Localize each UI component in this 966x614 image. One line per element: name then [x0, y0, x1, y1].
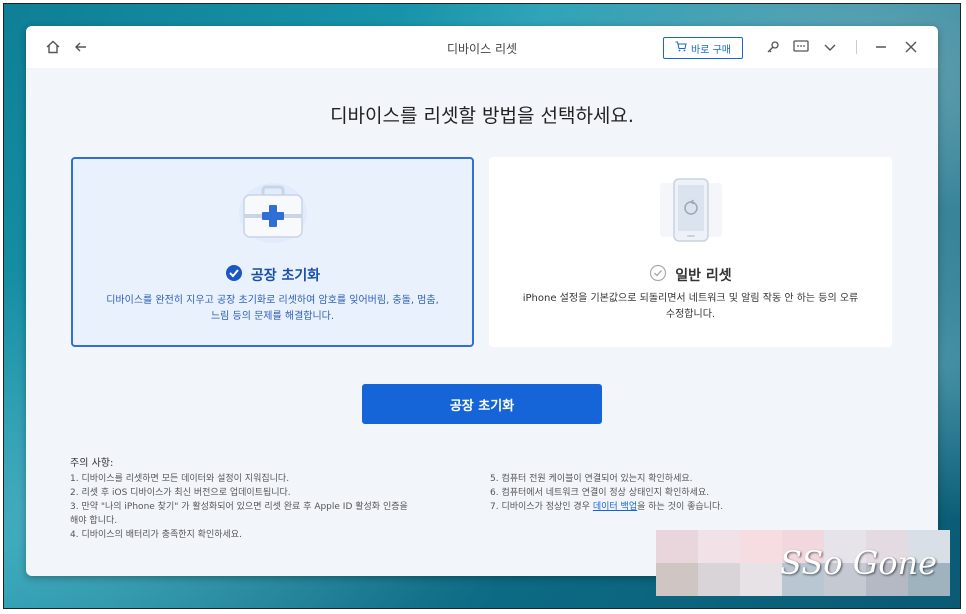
check-circle-icon [225, 264, 243, 286]
buy-now-button[interactable]: 바로 구매 [663, 37, 743, 59]
key-icon[interactable] [764, 38, 782, 56]
app-window: 디바이스 리셋 바로 구매 디바이스를 리셋할 방법을 선택하세요. 공장 초기… [26, 26, 938, 576]
buy-now-label: 바로 구매 [691, 44, 731, 56]
note-item: 3. 만약 "나의 iPhone 찾기" 가 활성화되어 있으면 리셋 완료 후… [70, 502, 408, 512]
toolbox-icon [73, 181, 472, 245]
note-item-7-suffix: 을 하는 것이 좋습니다. [637, 502, 724, 512]
titlebar-divider [856, 40, 857, 54]
data-backup-link[interactable]: 데이터 백업 [593, 502, 637, 512]
note-item-7: 7. 디바이스가 정상인 경우 데이터 백업을 하는 것이 좋습니다. [490, 501, 910, 514]
notes-right-column: 5. 컴퓨터 전원 케이블이 연결되어 있는지 확인하세요. 6. 컴퓨터에서 … [490, 473, 910, 515]
notes-left-column: 1. 디바이스를 리셋하면 모든 데이터와 설정이 지워집니다. 2. 리셋 후… [70, 473, 480, 543]
standard-reset-label: 일반 리셋 [675, 268, 732, 284]
standard-reset-title: 일반 리셋 [489, 264, 892, 286]
cart-icon [675, 41, 687, 55]
watermark-signature: SSo Gone [780, 544, 938, 582]
note-item: 6. 컴퓨터에서 네트워크 연결이 정상 상태인지 확인하세요. [490, 488, 710, 498]
factory-reset-title: 공장 초기화 [73, 264, 472, 286]
chevron-down-icon[interactable] [821, 38, 839, 56]
factory-reset-button[interactable]: 공장 초기화 [362, 384, 602, 424]
note-item: 4. 디바이스의 배터리가 충족한지 확인하세요. [70, 530, 242, 540]
feedback-icon[interactable] [792, 38, 810, 56]
home-icon[interactable] [44, 38, 62, 56]
notes-title: 주의 사항: [70, 458, 114, 469]
note-item-7-prefix: 7. 디바이스가 정상인 경우 [490, 502, 590, 512]
factory-reset-label: 공장 초기화 [250, 268, 321, 284]
title-bar: 디바이스 리셋 바로 구매 [26, 26, 938, 68]
note-item: 5. 컴퓨터 전원 케이블이 연결되어 있는지 확인하세요. [490, 474, 693, 484]
close-icon[interactable] [902, 38, 920, 56]
note-item: 2. 리셋 후 iOS 디바이스가 최신 버전으로 업데이트됩니다. [70, 488, 291, 498]
factory-reset-option-card[interactable]: 공장 초기화 디바이스를 완전히 지우고 공장 초기화로 리셋하여 암호를 잊어… [71, 157, 474, 347]
page-heading: 디바이스를 리셋할 방법을 선택하세요. [330, 105, 634, 127]
phone-refresh-icon [489, 177, 892, 243]
standard-reset-description: iPhone 설정을 기본값으로 되돌리면서 네트워크 및 알림 작동 안 하는… [522, 293, 859, 320]
note-item: 1. 디바이스를 리셋하면 모든 데이터와 설정이 지워집니다. [70, 474, 290, 484]
minimize-icon[interactable] [872, 38, 890, 56]
factory-reset-description: 디바이스를 완전히 지우고 공장 초기화로 리셋하여 암호를 잊어버림, 충돌,… [106, 295, 439, 322]
note-item: 해야 합니다. [70, 516, 118, 526]
standard-reset-option-card[interactable]: 일반 리셋 iPhone 설정을 기본값으로 되돌리면서 네트워크 및 알림 작… [489, 157, 892, 347]
check-circle-outline-icon [649, 264, 667, 286]
screenshot-frame: 디바이스 리셋 바로 구매 디바이스를 리셋할 방법을 선택하세요. 공장 초기… [3, 3, 961, 609]
back-arrow-icon[interactable] [72, 38, 90, 56]
